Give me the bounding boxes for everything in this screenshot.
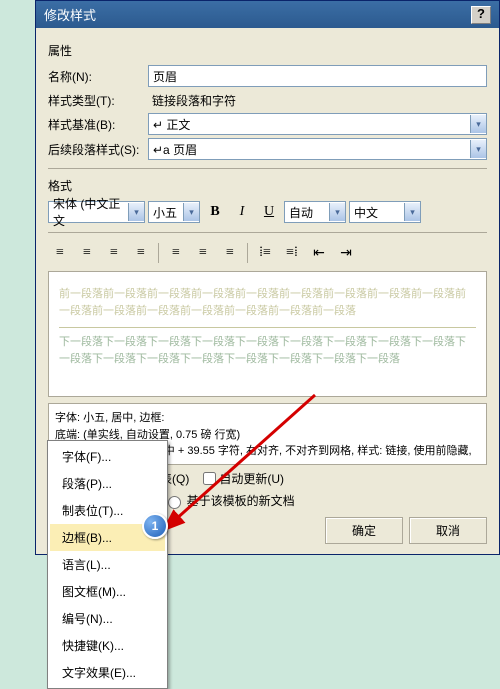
- menu-numbering[interactable]: 编号(N)...: [50, 605, 165, 632]
- section-properties: 属性: [48, 42, 487, 59]
- template-radio[interactable]: 基于该模板的新文档: [163, 492, 295, 509]
- label-next: 后续段落样式(S):: [48, 141, 148, 158]
- base-combo[interactable]: ↵ 正文▾: [148, 113, 487, 135]
- label-type: 样式类型(T):: [48, 92, 148, 109]
- linespace-15-icon[interactable]: ≡: [191, 241, 215, 265]
- type-field: 链接段落和字符: [148, 90, 487, 110]
- space-before-icon[interactable]: ⁞≡: [253, 241, 277, 265]
- callout-1: 1: [142, 513, 168, 539]
- auto-update-checkbox[interactable]: 自动更新(U): [203, 470, 284, 487]
- menu-language[interactable]: 语言(L)...: [50, 551, 165, 578]
- linespace-1-icon[interactable]: ≡: [164, 241, 188, 265]
- bold-button[interactable]: B: [203, 200, 227, 224]
- align-left-icon[interactable]: ≡: [48, 241, 72, 265]
- name-input[interactable]: 页眉: [148, 65, 487, 87]
- menu-font[interactable]: 字体(F)...: [50, 443, 165, 470]
- section-format: 格式: [48, 177, 487, 194]
- underline-button[interactable]: U: [257, 200, 281, 224]
- menu-texteffect[interactable]: 文字效果(E)...: [50, 659, 165, 686]
- size-combo[interactable]: 小五▾: [148, 201, 200, 223]
- menu-frame[interactable]: 图文框(M)...: [50, 578, 165, 605]
- italic-button[interactable]: I: [230, 200, 254, 224]
- help-icon[interactable]: ?: [471, 6, 491, 24]
- next-combo[interactable]: ↵a 页眉▾: [148, 138, 487, 160]
- format-dropdown-menu: 字体(F)... 段落(P)... 制表位(T)... 边框(B)... 语言(…: [47, 440, 168, 689]
- preview-pane: 前一段落前一段落前一段落前一段落前一段落前一段落前一段落前一段落前一段落前一段落…: [48, 271, 487, 397]
- dialog-title: 修改样式: [44, 5, 96, 24]
- chevron-down-icon[interactable]: ▾: [470, 115, 486, 133]
- chevron-down-icon[interactable]: ▾: [470, 140, 486, 158]
- font-toolbar: 宋体 (中文正文▾ 小五▾ B I U 自动▾ 中文▾: [48, 200, 487, 224]
- align-center-icon[interactable]: ≡: [75, 241, 99, 265]
- cancel-button[interactable]: 取消: [409, 517, 487, 544]
- indent-dec-icon[interactable]: ⇤: [307, 241, 331, 265]
- align-right-icon[interactable]: ≡: [102, 241, 126, 265]
- menu-paragraph[interactable]: 段落(P)...: [50, 470, 165, 497]
- titlebar[interactable]: 修改样式 ?: [36, 1, 499, 28]
- space-after-icon[interactable]: ≡⁞: [280, 241, 304, 265]
- indent-inc-icon[interactable]: ⇥: [334, 241, 358, 265]
- ok-button[interactable]: 确定: [325, 517, 403, 544]
- font-combo[interactable]: 宋体 (中文正文▾: [48, 201, 145, 223]
- linespace-2-icon[interactable]: ≡: [218, 241, 242, 265]
- menu-shortcut[interactable]: 快捷键(K)...: [50, 632, 165, 659]
- lang-combo[interactable]: 中文▾: [349, 201, 421, 223]
- label-base: 样式基准(B):: [48, 116, 148, 133]
- align-justify-icon[interactable]: ≡: [129, 241, 153, 265]
- preview-next: 下一段落下一段落下一段落下一段落下一段落下一段落下一段落下一段落下一段落下一段落…: [59, 327, 476, 367]
- para-toolbar: ≡ ≡ ≡ ≡ ≡ ≡ ≡ ⁞≡ ≡⁞ ⇤ ⇥: [48, 241, 487, 265]
- preview-prev: 前一段落前一段落前一段落前一段落前一段落前一段落前一段落前一段落前一段落前一段落…: [59, 286, 476, 319]
- color-combo[interactable]: 自动▾: [284, 201, 346, 223]
- label-name: 名称(N):: [48, 68, 148, 85]
